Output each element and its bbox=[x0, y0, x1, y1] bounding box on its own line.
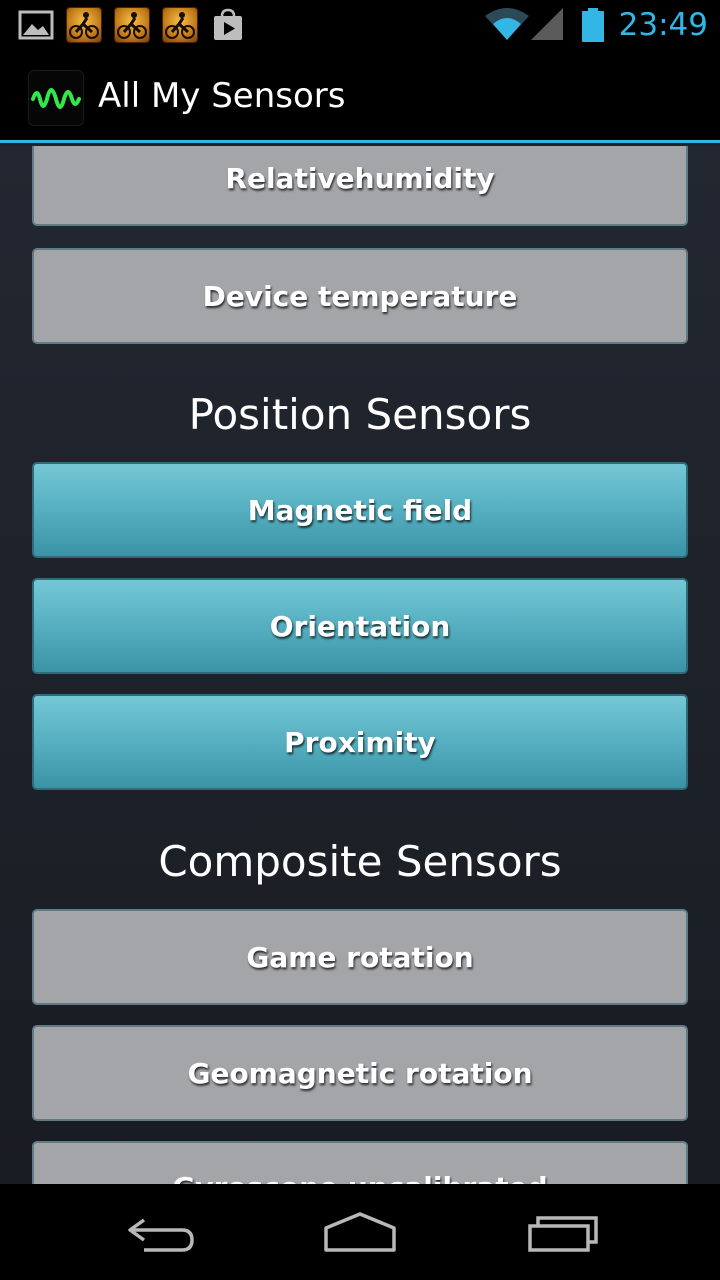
button-label: Magnetic field bbox=[247, 493, 473, 527]
button-label: Game rotation bbox=[246, 940, 474, 974]
gyroscope-uncalibrated-button[interactable]: Gyroscope uncalibrated bbox=[32, 1141, 688, 1184]
button-label: Gyroscope uncalibrated bbox=[172, 1171, 547, 1184]
clock: 23:49 bbox=[618, 7, 708, 43]
proximity-button[interactable]: Proximity bbox=[32, 694, 688, 790]
action-bar: All My Sensors bbox=[0, 50, 720, 143]
geomagnetic-rotation-button[interactable]: Geomagnetic rotation bbox=[32, 1025, 688, 1121]
button-label: Relativehumidity bbox=[225, 161, 495, 195]
magnetic-field-button[interactable]: Magnetic field bbox=[32, 462, 688, 558]
waveform-icon[interactable] bbox=[28, 70, 84, 126]
game-rotation-button[interactable]: Game rotation bbox=[32, 909, 688, 1005]
status-bar: 23:49 bbox=[0, 0, 720, 50]
navigation-bar bbox=[0, 1184, 720, 1280]
game-icon bbox=[66, 7, 102, 43]
wifi-icon bbox=[484, 8, 529, 40]
status-icons: 23:49 bbox=[484, 0, 708, 50]
position-sensors-heading: Position Sensors bbox=[188, 390, 532, 439]
relative-humidity-button[interactable]: Relativehumidity bbox=[32, 146, 688, 226]
sensor-list[interactable]: Relativehumidity Device temperature Posi… bbox=[0, 146, 720, 1184]
button-label: Device temperature bbox=[202, 279, 518, 313]
play-store-icon bbox=[210, 7, 246, 43]
button-label: Orientation bbox=[269, 609, 451, 643]
button-label: Geomagnetic rotation bbox=[187, 1056, 533, 1090]
image-icon bbox=[18, 7, 54, 43]
screen: 23:49 All My Sensors Relativehumidity De… bbox=[0, 0, 720, 1280]
game-icon bbox=[162, 7, 198, 43]
recent-apps-icon[interactable] bbox=[510, 1202, 610, 1262]
battery-icon bbox=[581, 8, 604, 42]
back-icon[interactable] bbox=[110, 1202, 210, 1262]
button-label: Proximity bbox=[284, 725, 436, 759]
composite-sensors-heading: Composite Sensors bbox=[158, 837, 562, 886]
orientation-button[interactable]: Orientation bbox=[32, 578, 688, 674]
cell-signal-icon bbox=[530, 8, 563, 40]
app-title: All My Sensors bbox=[98, 76, 346, 116]
device-temperature-button[interactable]: Device temperature bbox=[32, 248, 688, 344]
home-icon[interactable] bbox=[310, 1202, 410, 1262]
game-icon bbox=[114, 7, 150, 43]
